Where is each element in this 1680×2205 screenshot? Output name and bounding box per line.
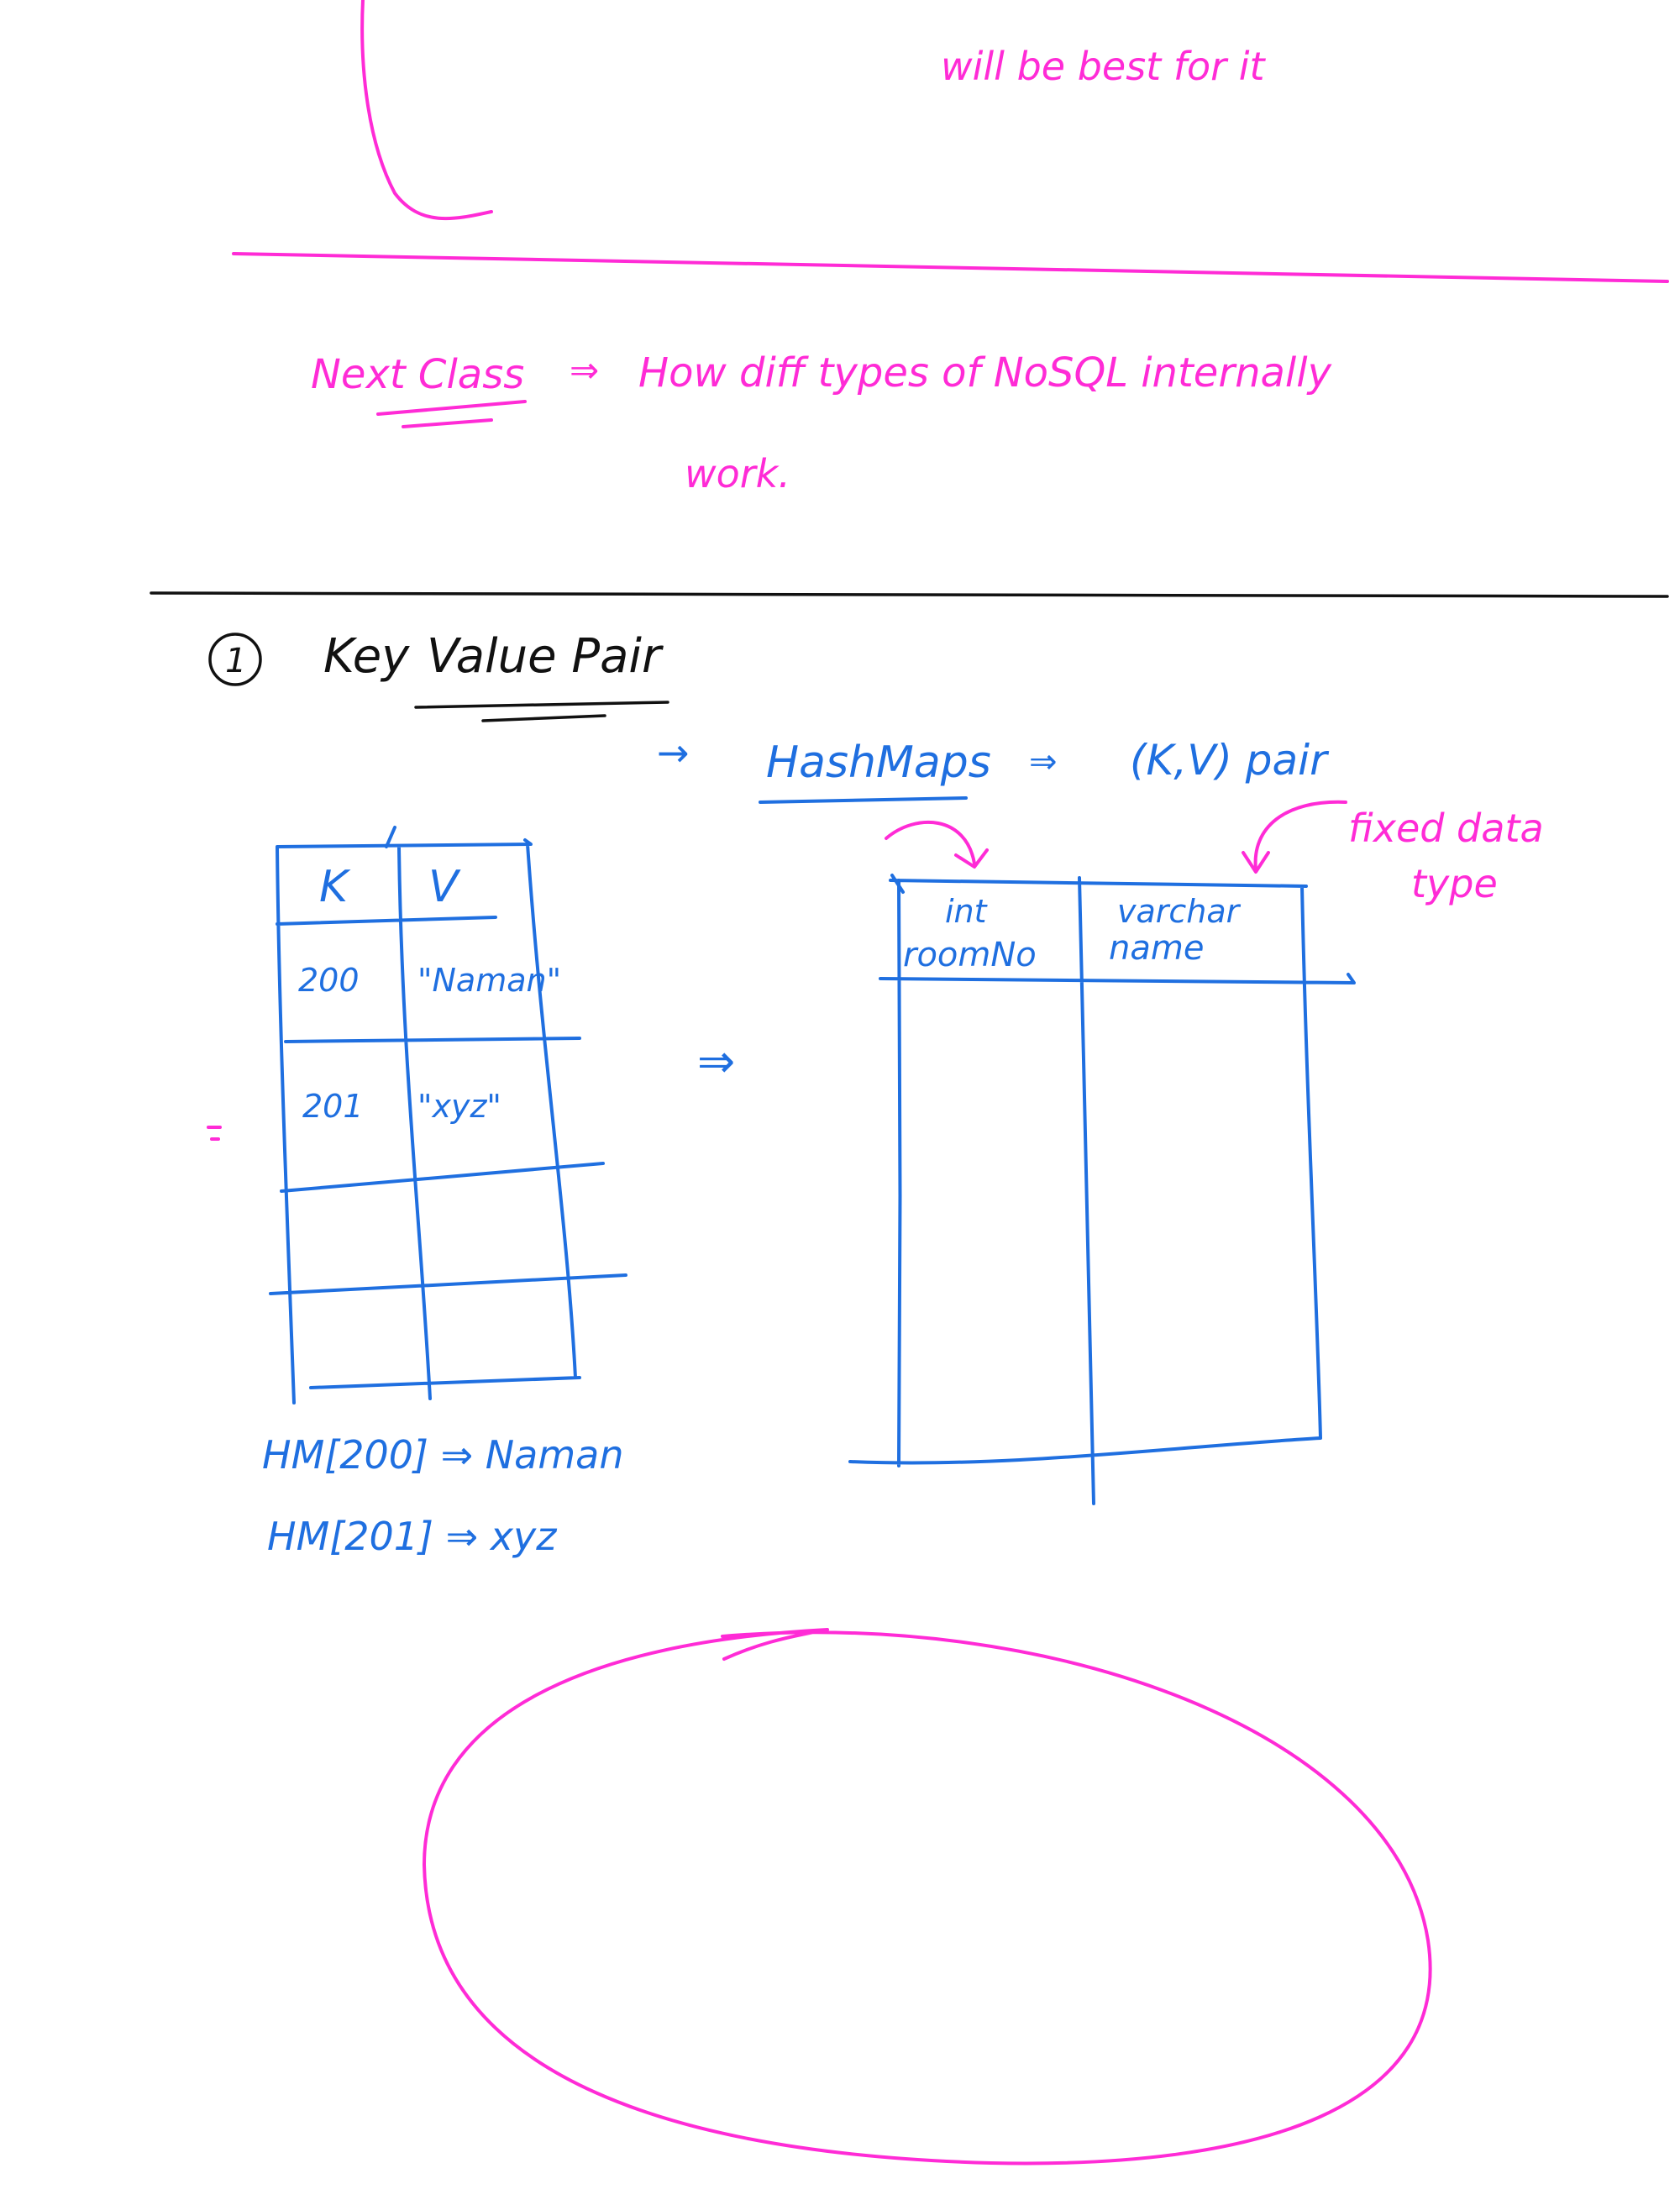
note-canvas: will be best for it Next Class ⇒ How dif… [150,0,1669,2166]
hashmap-implies: ⇒ [1029,743,1058,781]
divider-pink [232,252,1669,283]
hashmap-name: HashMaps [766,738,991,788]
divider-dark [150,591,1669,598]
next-class-underline [376,400,527,428]
hashmap-pair: (K,V) pair [1130,736,1330,785]
section-number: 1 [225,642,246,680]
top-note-text: will be best for it [941,44,1266,89]
margin-tick [207,1126,222,1141]
kv-header-k: K [319,862,351,912]
kv-header-v: V [428,862,461,912]
middle-arrow: ⇒ [697,1035,735,1088]
next-class-line1: How diff types of NoSQL internally [638,349,1332,396]
section-title-key: Key [323,629,410,684]
type-note: type [1411,861,1498,906]
kv-row2-key: 201 [302,1088,364,1125]
hashmap-arrow: → [657,730,690,775]
sql-col1-type: int [945,893,989,930]
next-class-line2: work. [685,451,790,496]
sql-col2-name: name [1109,929,1204,968]
sql-col1-name: roomNo [903,936,1037,974]
lookup-line-1: HM[200] ⇒ Naman [262,1432,624,1478]
pink-ellipse [423,1628,1432,2166]
section-title-rest: Value Pair [427,629,664,684]
pointer-arrow-right [1253,800,1347,871]
sql-col2-type: varchar [1117,893,1242,930]
fixed-data-note: fixed data [1348,806,1544,851]
kv-table: K V 200 "Naman" 201 "xyz" [269,826,627,1404]
hashmap-underline [759,796,968,804]
kv-row1-key: 200 [298,962,360,999]
top-bracket-stroke [360,0,493,221]
kv-row1-value: "Naman" [417,962,561,999]
section-title-underline [414,701,669,722]
kv-row2-value: "xyz" [417,1088,501,1125]
sql-table: int roomNo varchar name [848,874,1356,1505]
lookup-line-2: HM[201] ⇒ xyz [267,1514,557,1559]
next-class-arrow: ⇒ [570,349,599,391]
next-class-label: Next Class [311,351,524,398]
